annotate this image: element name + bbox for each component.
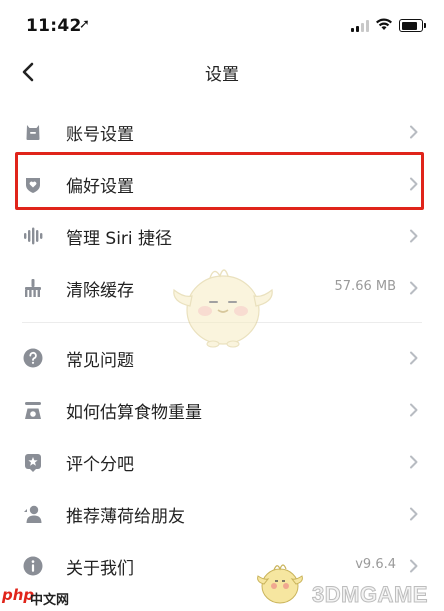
status-bar: 11:42 ➚: [0, 0, 444, 52]
highlight-box: [15, 152, 424, 210]
settings-row-label: 管理 Siri 捷径: [66, 229, 173, 249]
recommend-icon: [24, 505, 42, 523]
settings-row-rate[interactable]: 评个分吧: [0, 436, 444, 488]
settings-row-label: 清除缓存: [66, 281, 134, 301]
settings-row-label: 评个分吧: [66, 455, 134, 475]
chevron-right-icon: [410, 281, 418, 295]
chevron-right-icon: [410, 125, 418, 139]
3dmgame-watermark: 3DMGAME: [312, 582, 428, 608]
settings-row-account[interactable]: 账号设置: [0, 106, 444, 158]
navigation-bar: 设置: [0, 52, 444, 92]
chevron-right-icon: [410, 455, 418, 469]
page-title: 设置: [205, 65, 239, 85]
settings-row-recommend[interactable]: 推荐薄荷给朋友: [0, 488, 444, 540]
battery-icon: [399, 19, 426, 32]
php-cn-watermark: 中文网: [30, 593, 70, 608]
chevron-right-icon: [410, 403, 418, 417]
settings-row-label: 常见问题: [66, 351, 134, 371]
settings-row-label: 账号设置: [66, 125, 134, 145]
chevron-right-icon: [410, 229, 418, 243]
broom-icon: [25, 279, 41, 297]
rate-icon: [25, 454, 41, 472]
signal-icon: [351, 20, 371, 32]
info-icon: [23, 556, 43, 576]
question-icon: [23, 348, 43, 368]
chevron-right-icon: [410, 351, 418, 365]
settings-row-label: 推荐薄荷给朋友: [66, 507, 185, 527]
settings-row-siri-shortcuts[interactable]: 管理 Siri 捷径: [0, 210, 444, 262]
account-icon: [26, 125, 40, 140]
settings-row-label: 如何估算食物重量: [66, 403, 202, 423]
chevron-right-icon: [410, 507, 418, 521]
siri-icon: [24, 227, 43, 245]
location-icon: ➚: [79, 17, 90, 32]
settings-row-label: 关于我们: [66, 559, 134, 579]
cache-size-value: 57.66 MB: [334, 279, 396, 294]
settings-row-food-weight[interactable]: 如何估算食物重量: [0, 384, 444, 436]
scale-icon: [25, 402, 41, 419]
wifi-icon: [376, 18, 392, 30]
status-time: 11:42: [26, 16, 82, 36]
mascot-watermark-icon: [173, 269, 273, 348]
